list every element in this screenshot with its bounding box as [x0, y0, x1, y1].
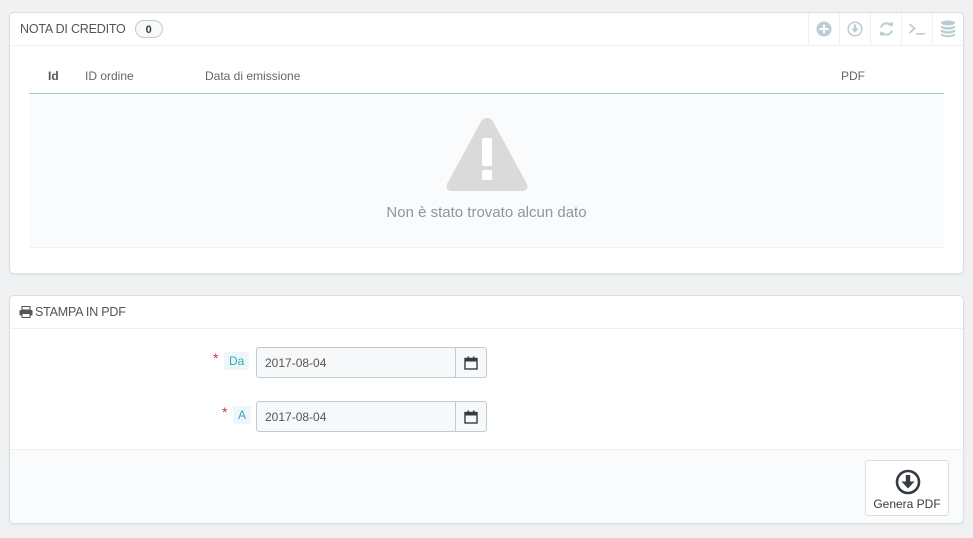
table-header: Id ID ordine Data di emissione PDF [29, 57, 944, 94]
calendar-icon [464, 356, 478, 370]
generate-pdf-label: Genera PDF [873, 497, 941, 511]
date-from-label: Da [224, 352, 250, 370]
panel-title: NOTA DI CREDITO [20, 22, 126, 36]
terminal-icon [908, 23, 925, 35]
export-button[interactable] [839, 13, 870, 45]
refresh-list-button[interactable] [870, 13, 901, 45]
print-pdf-panel: STAMPA IN PDF * Da * A [9, 295, 964, 524]
date-from-input[interactable] [257, 348, 455, 377]
date-from-group [256, 347, 487, 378]
warning-icon [446, 118, 528, 191]
panel-title: STAMPA IN PDF [35, 305, 126, 319]
database-icon [941, 20, 955, 38]
sql-manager-button[interactable] [932, 13, 963, 45]
credit-note-panel: NOTA DI CREDITO 0 Id ID ordine Data di e… [9, 12, 964, 274]
column-header-pdf: PDF [841, 69, 865, 83]
count-badge: 0 [134, 20, 163, 38]
list-toolbar [808, 13, 963, 45]
column-header-issue-date[interactable]: Data di emissione [205, 69, 300, 83]
panel-heading: STAMPA IN PDF [10, 296, 963, 329]
date-from-calendar-button[interactable] [455, 348, 486, 377]
add-new-button[interactable] [808, 13, 839, 45]
required-asterisk: * [222, 404, 228, 420]
date-to-input[interactable] [257, 402, 455, 431]
empty-list-area: Non è stato trovato alcun dato [29, 94, 944, 248]
panel-footer: Genera PDF [10, 449, 963, 523]
download-circle-icon [847, 21, 863, 37]
generate-pdf-button[interactable]: Genera PDF [865, 460, 949, 516]
date-to-row: * A [10, 401, 963, 433]
column-header-order-id[interactable]: ID ordine [85, 69, 134, 83]
download-circle-icon [895, 469, 921, 495]
calendar-icon [464, 410, 478, 424]
required-asterisk: * [213, 350, 219, 366]
panel-heading: NOTA DI CREDITO 0 [10, 13, 963, 46]
sql-query-button[interactable] [901, 13, 932, 45]
date-to-label: A [233, 406, 252, 424]
date-to-calendar-button[interactable] [455, 402, 486, 431]
plus-circle-icon [816, 21, 832, 37]
column-header-id[interactable]: Id [48, 69, 59, 83]
empty-message: Non è stato trovato alcun dato [386, 204, 587, 221]
date-to-group [256, 401, 487, 432]
print-icon [19, 306, 33, 318]
date-from-row: * Da [10, 347, 963, 379]
refresh-icon [879, 22, 893, 36]
